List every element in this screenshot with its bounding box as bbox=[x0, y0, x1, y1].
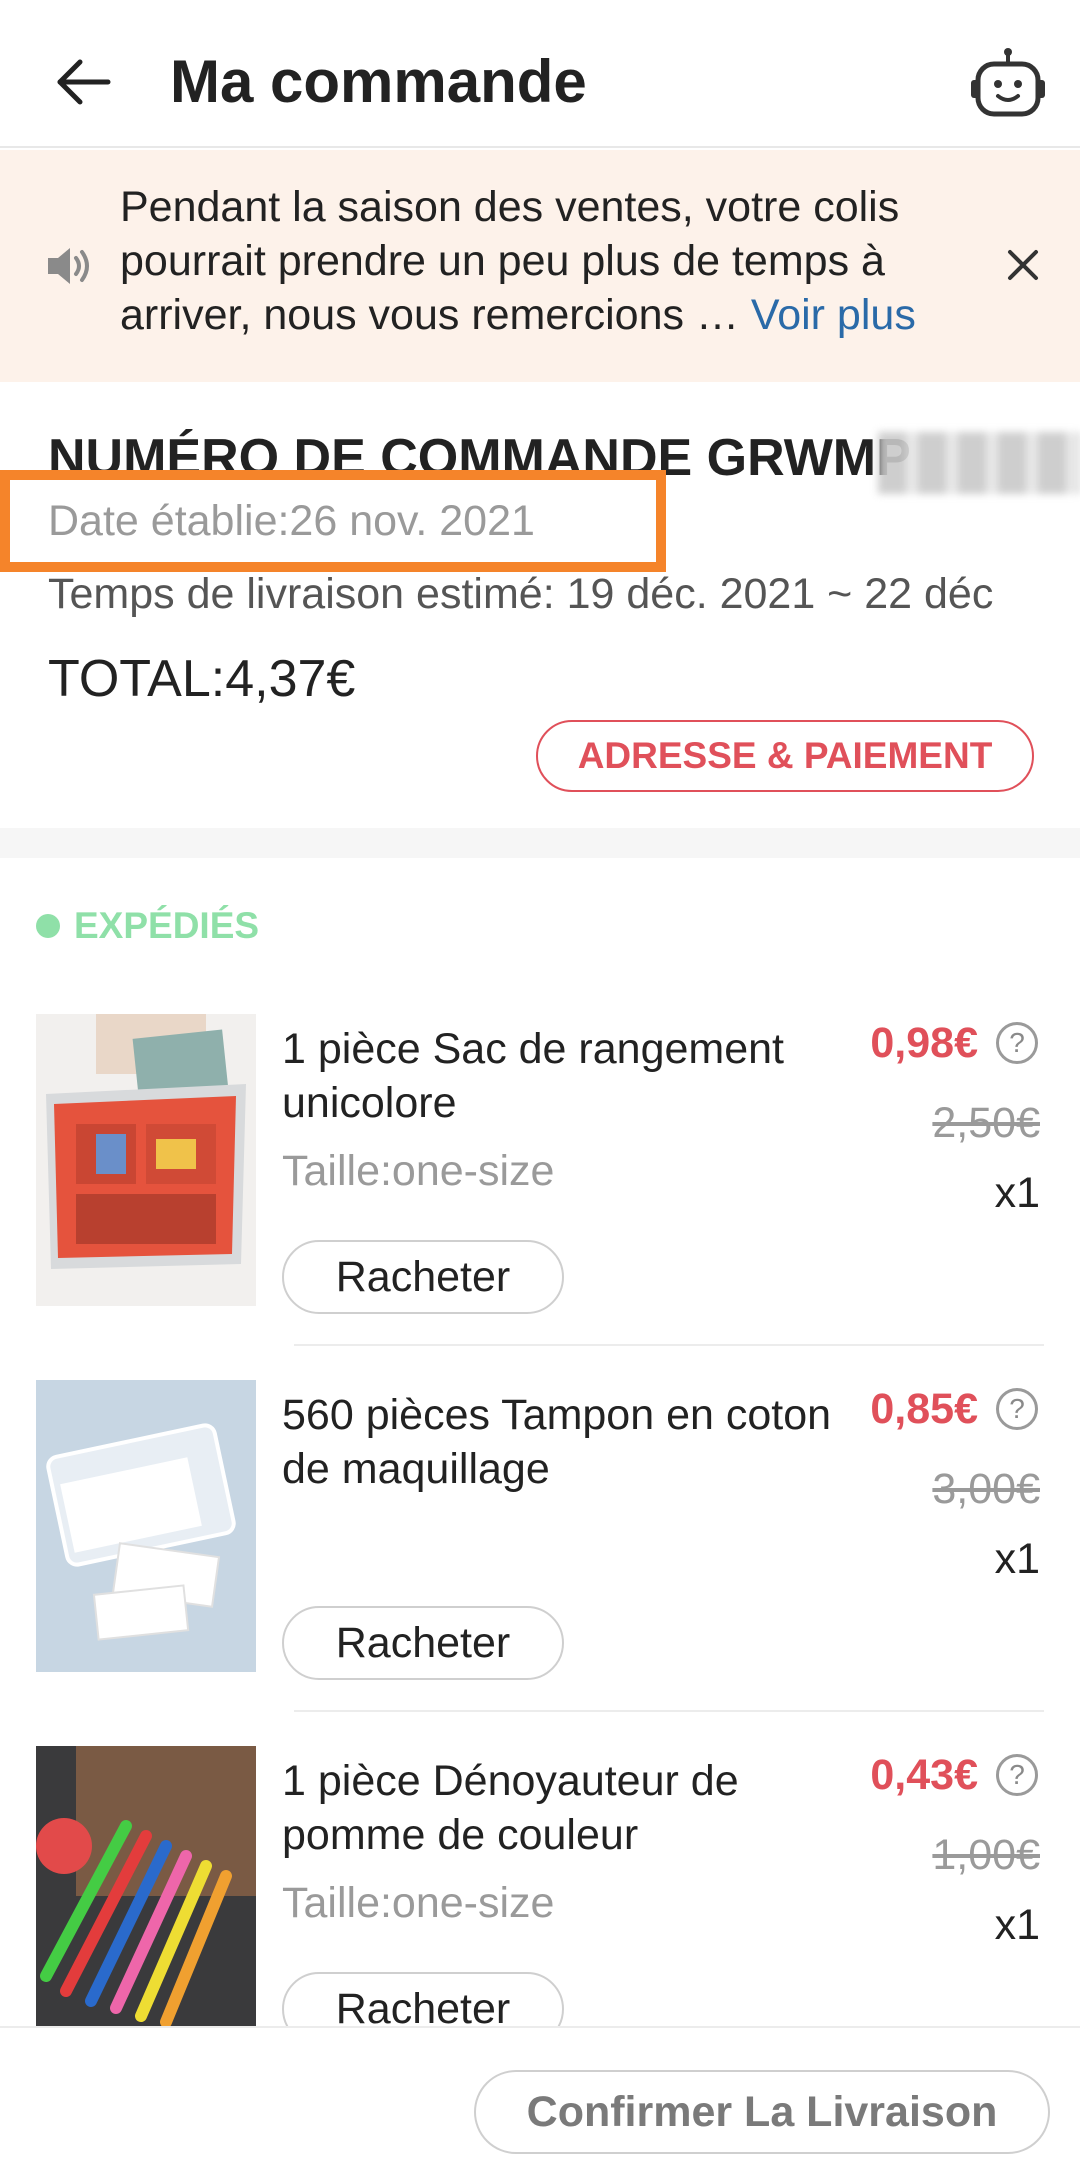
chatbot-robot-icon[interactable] bbox=[968, 46, 1048, 126]
product-name: 1 pièce Sac de rangement unicolore bbox=[282, 1025, 784, 1127]
product-old-price: 3,00€ bbox=[932, 1465, 1040, 1513]
delivery-estimate: Temps de livraison estimé: 19 déc. 2021 … bbox=[48, 570, 994, 618]
product-price: 0,43€ bbox=[870, 1751, 978, 1799]
product-price: 0,85€ bbox=[870, 1385, 978, 1433]
address-payment-button[interactable]: ADRESSE & PAIEMENT bbox=[536, 720, 1034, 792]
row-divider bbox=[294, 1710, 1044, 1712]
rebuy-button[interactable]: Racheter bbox=[282, 1240, 564, 1314]
product-name: 560 pièces Tampon en coton de maquillage bbox=[282, 1391, 832, 1493]
product-image-apple-corer[interactable] bbox=[36, 1746, 256, 2026]
page-title: Ma commande bbox=[170, 48, 587, 115]
price-help-icon[interactable]: ? bbox=[996, 1022, 1038, 1064]
status-dot-icon bbox=[36, 914, 60, 938]
product-size: Taille:one-size bbox=[282, 1147, 555, 1195]
see-more-link[interactable]: Voir plus bbox=[751, 291, 916, 339]
product-image-cotton-pads[interactable] bbox=[36, 1380, 256, 1672]
price-help-icon[interactable]: ? bbox=[996, 1388, 1038, 1430]
product-image-storage-bag[interactable] bbox=[36, 1014, 256, 1306]
product-quantity: x1 bbox=[994, 1169, 1040, 1217]
product-quantity: x1 bbox=[994, 1901, 1040, 1949]
product-old-price: 1,00€ bbox=[932, 1831, 1040, 1879]
close-icon[interactable] bbox=[998, 240, 1048, 290]
section-divider bbox=[0, 828, 1080, 858]
product-old-price: 2,50€ bbox=[932, 1099, 1040, 1147]
back-arrow-icon[interactable] bbox=[52, 50, 116, 114]
notice-text: Pendant la saison des ventes, votre coli… bbox=[120, 180, 980, 342]
order-total: TOTAL:4,37€ bbox=[48, 650, 356, 708]
order-number-redaction bbox=[878, 432, 1080, 494]
date-highlight-box bbox=[0, 470, 666, 572]
confirm-delivery-button[interactable]: Confirmer La Livraison bbox=[474, 2070, 1050, 2154]
product-name: 1 pièce Dénoyauteur de pomme de couleur bbox=[282, 1757, 739, 1859]
product-item: 560 pièces Tampon en coton de maquillage… bbox=[0, 1380, 1080, 1690]
row-divider bbox=[294, 1344, 1044, 1346]
speaker-icon bbox=[42, 238, 98, 294]
rebuy-button[interactable]: Racheter bbox=[282, 1606, 564, 1680]
product-quantity: x1 bbox=[994, 1535, 1040, 1583]
product-price: 0,98€ bbox=[870, 1019, 978, 1067]
rebuy-button[interactable]: Racheter bbox=[282, 1972, 564, 2026]
shipped-status-label: EXPÉDIÉS bbox=[74, 905, 260, 946]
product-item: 1 pièce Dénoyauteur de pomme de couleur … bbox=[0, 1746, 1080, 2026]
price-help-icon[interactable]: ? bbox=[996, 1754, 1038, 1796]
header-bar: Ma commande bbox=[0, 0, 1080, 148]
product-item: 1 pièce Sac de rangement unicolore Taill… bbox=[0, 1014, 1080, 1324]
product-size: Taille:one-size bbox=[282, 1879, 555, 1927]
